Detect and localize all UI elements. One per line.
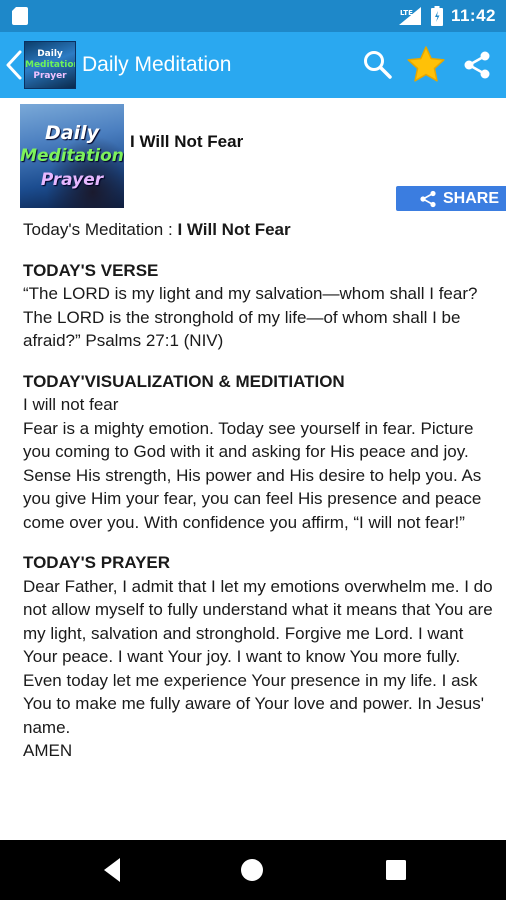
battery-icon (430, 6, 443, 26)
thumbnail-line: Prayer (40, 170, 104, 190)
sd-card-icon (12, 7, 28, 25)
share-button[interactable]: SHARE (396, 186, 506, 211)
meditation-line: Today's Meditation : I Will Not Fear (23, 218, 493, 242)
star-icon[interactable] (406, 45, 446, 85)
signal-icon: LTE (398, 7, 421, 25)
app-logo-line: Meditation (25, 60, 76, 70)
back-arrow-icon[interactable] (2, 46, 26, 84)
share-icon (420, 190, 436, 207)
nav-back-icon[interactable] (100, 856, 124, 884)
app-logo-line: Prayer (33, 71, 67, 81)
search-icon[interactable] (362, 49, 394, 81)
meditation-title: I Will Not Fear (177, 220, 291, 239)
app-logo: Daily Meditation Prayer (24, 41, 76, 89)
meditation-prefix: Today's Meditation : (23, 220, 178, 239)
status-right-group: LTE 11:42 (397, 0, 496, 32)
app-bar: Daily Meditation Prayer Daily Meditation (0, 32, 506, 98)
section-body: “The LORD is my light and my salvation—w… (23, 284, 478, 350)
post-content: Daily Meditation Prayer I Will Not Fear … (0, 98, 506, 840)
section-heading: TODAY'S PRAYER (23, 553, 171, 572)
section-heading: TODAY'S VERSE (23, 260, 159, 280)
network-label: LTE (400, 9, 413, 17)
meditation-section: TODAY'VISUALIZATION & MEDITIATION I will… (23, 370, 493, 535)
status-time: 11:42 (450, 6, 496, 25)
app-title: Daily Meditation (82, 53, 232, 76)
nav-home-icon[interactable] (240, 858, 264, 882)
status-bar: LTE 11:42 (0, 0, 506, 32)
share-button-label: SHARE (442, 189, 499, 207)
share-icon[interactable] (461, 49, 493, 81)
thumbnail-line: Meditation (20, 146, 124, 166)
section-heading: TODAY'VISUALIZATION & MEDITIATION (23, 371, 345, 391)
prayer-section: TODAY'S PRAYER Dear Father, I admit that… (23, 551, 493, 763)
nav-recent-icon[interactable] (386, 860, 406, 880)
post-thumbnail: Daily Meditation Prayer (20, 104, 124, 208)
section-body: Dear Father, I admit that I let my emoti… (23, 576, 493, 761)
section-body: I will not fear Fear is a mighty emotion… (23, 395, 482, 532)
navigation-bar (0, 840, 506, 900)
post-body: Today's Meditation : I Will Not Fear TOD… (23, 218, 493, 780)
thumbnail-line: Daily (44, 122, 99, 144)
app-logo-line: Daily (37, 49, 63, 59)
verse-section: TODAY'S VERSE “The LORD is my light and … (23, 259, 493, 353)
post-title: I Will Not Fear (130, 132, 244, 151)
